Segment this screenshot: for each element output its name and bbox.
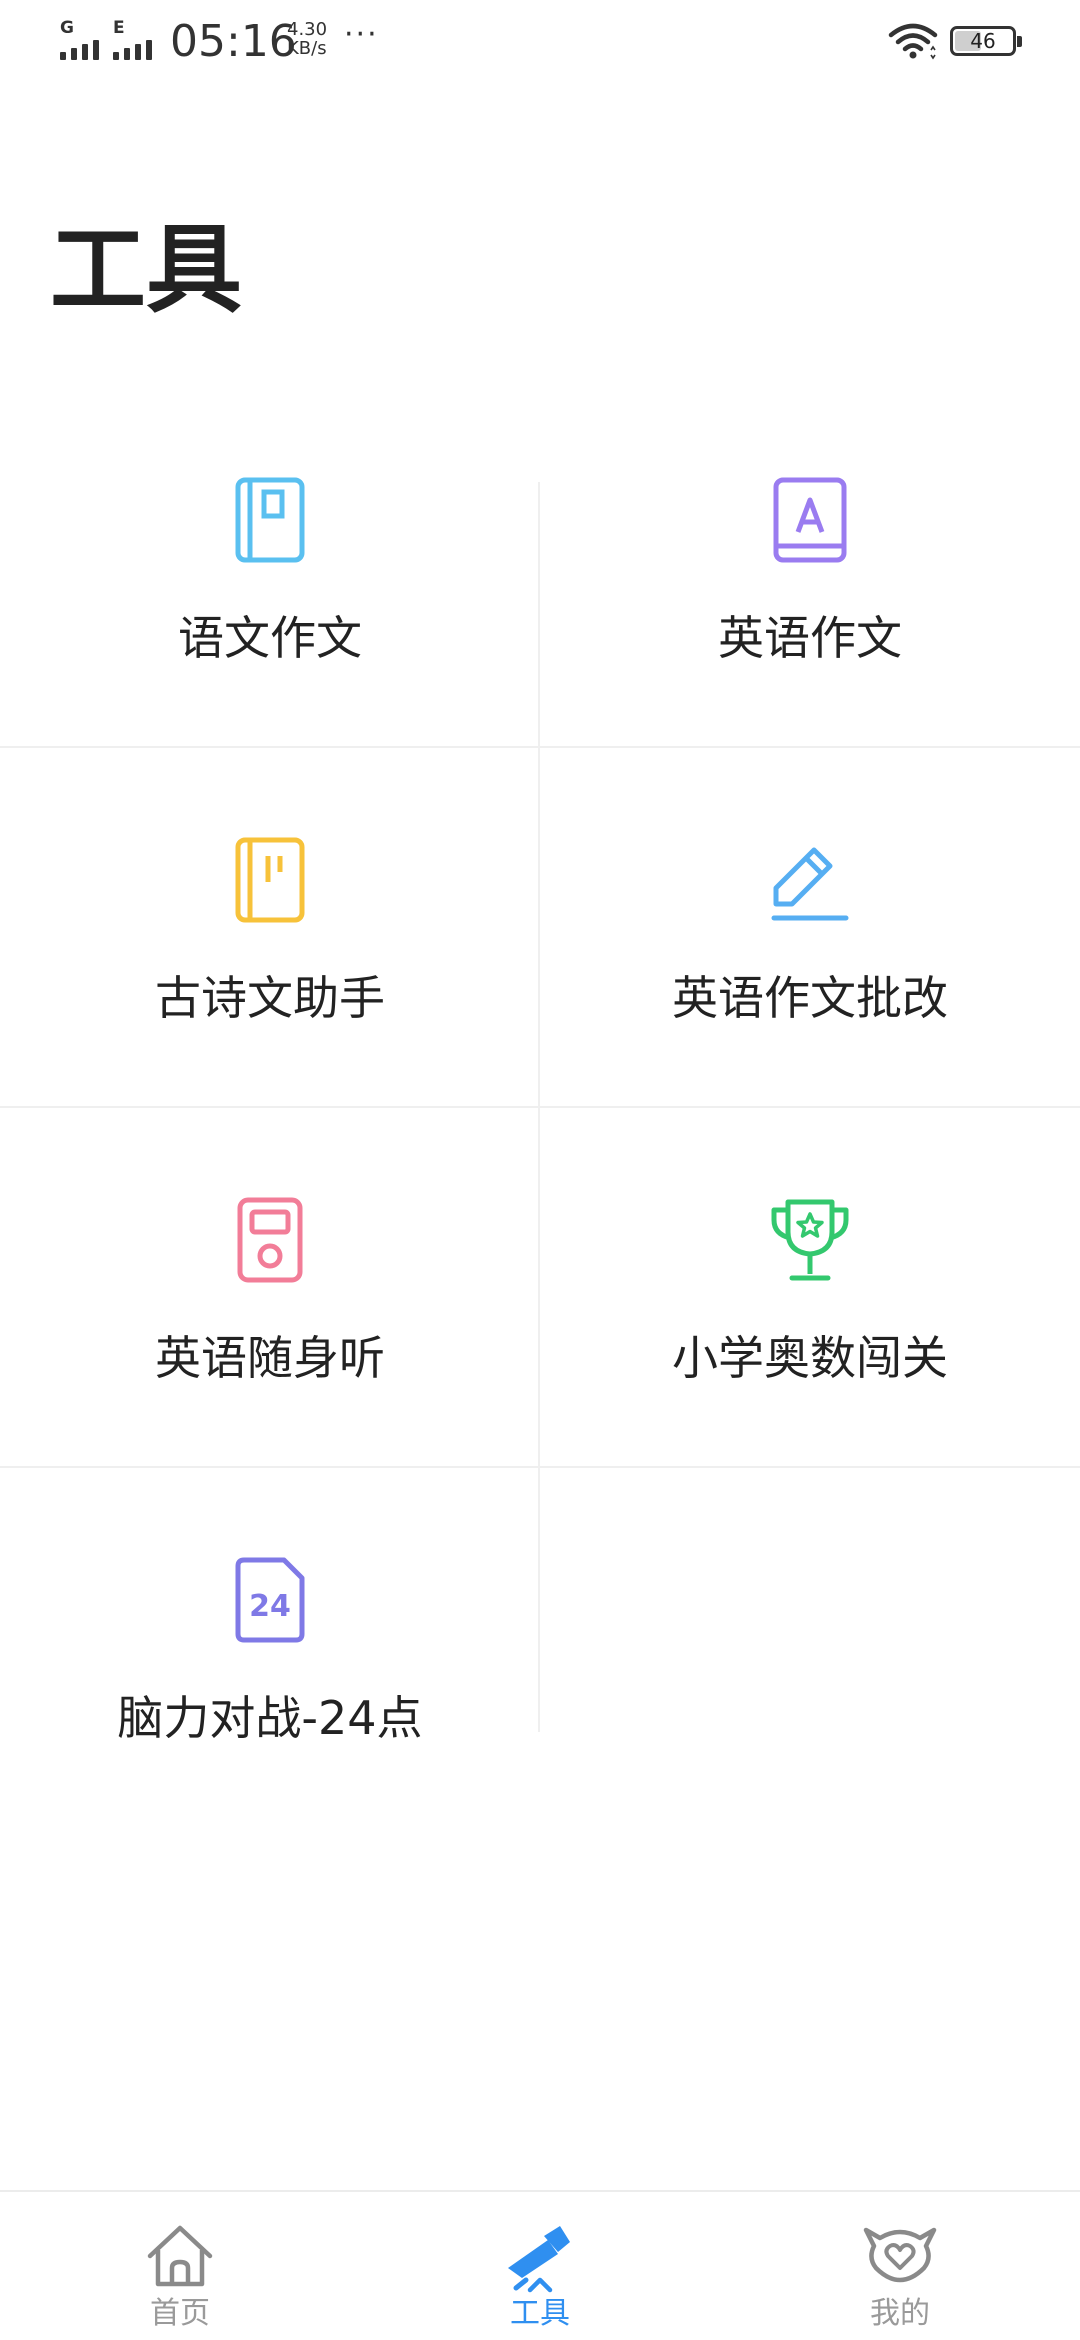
nav-home[interactable]: 首页 xyxy=(0,2192,360,2340)
grid-divider-vertical xyxy=(538,482,540,1732)
network-type-2: E xyxy=(113,18,125,38)
card-24-icon-text: 24 xyxy=(249,1589,291,1624)
heart-face-icon xyxy=(860,2216,940,2296)
network-speed-unit: KB/s xyxy=(287,38,327,59)
audio-player-icon xyxy=(222,1192,318,1288)
tool-chinese-essay[interactable]: 语文作文 xyxy=(0,386,540,746)
network-type-1: G xyxy=(60,18,74,38)
card-24-icon: 24 xyxy=(222,1552,318,1648)
tool-label: 英语作文 xyxy=(718,611,902,665)
tool-label: 英语作文批改 xyxy=(672,971,948,1025)
pencil-edit-icon xyxy=(762,832,858,928)
nav-tools[interactable]: 工具 xyxy=(360,2192,720,2340)
app-root: G E 05:16 4.30 KB/s ··· 46 工具 语文作文 英语作文 … xyxy=(0,0,1080,2340)
nav-label: 首页 xyxy=(150,2296,210,2331)
grid-divider xyxy=(0,1466,1080,1468)
home-icon xyxy=(140,2216,220,2296)
tool-english-essay-correction[interactable]: 英语作文批改 xyxy=(540,746,1080,1106)
network-speed: 4.30 KB/s xyxy=(287,20,347,58)
nav-label: 我的 xyxy=(870,2296,930,2331)
tool-label: 英语随身听 xyxy=(155,1331,385,1385)
tool-label: 语文作文 xyxy=(178,611,362,665)
signal-bars-icon xyxy=(60,38,108,60)
battery-icon: 46 xyxy=(950,26,1022,56)
tool-label: 古诗文助手 xyxy=(155,971,385,1025)
page-title: 工具 xyxy=(50,214,242,326)
more-notifications-icon: ··· xyxy=(344,17,379,52)
tool-english-essay[interactable]: 英语作文 xyxy=(540,386,1080,746)
tool-ancient-poetry[interactable]: 古诗文助手 xyxy=(0,746,540,1106)
network-speed-value: 4.30 xyxy=(287,19,328,40)
tool-math-olympiad[interactable]: 小学奥数闯关 xyxy=(540,1106,1080,1466)
signal-bars-icon xyxy=(113,38,161,60)
bottom-nav: 首页 工具 我的 xyxy=(0,2190,1080,2340)
tool-label: 脑力对战-24点 xyxy=(117,1691,423,1745)
wifi-icon xyxy=(888,22,938,62)
status-time: 05:16 xyxy=(170,16,297,67)
tools-grid: 语文作文 英语作文 古诗文助手 英语作文批改 英语随身听 小学奥数闯关 24 脑… xyxy=(0,386,1080,1745)
nav-mine[interactable]: 我的 xyxy=(720,2192,1080,2340)
tool-english-listening[interactable]: 英语随身听 xyxy=(0,1106,540,1466)
nav-label: 工具 xyxy=(510,2296,570,2331)
battery-level: 46 xyxy=(970,29,996,53)
grid-divider xyxy=(0,746,1080,748)
status-bar: G E 05:16 4.30 KB/s ··· 46 xyxy=(0,0,1080,84)
tools-rocket-icon xyxy=(500,2216,580,2296)
notebook-icon xyxy=(222,472,318,568)
grid-divider xyxy=(0,1106,1080,1108)
trophy-icon xyxy=(762,1192,858,1288)
english-book-icon xyxy=(762,472,858,568)
poetry-book-icon xyxy=(222,832,318,928)
tool-label: 小学奥数闯关 xyxy=(672,1331,948,1385)
tool-24-points-game[interactable]: 24 脑力对战-24点 xyxy=(0,1466,540,1826)
